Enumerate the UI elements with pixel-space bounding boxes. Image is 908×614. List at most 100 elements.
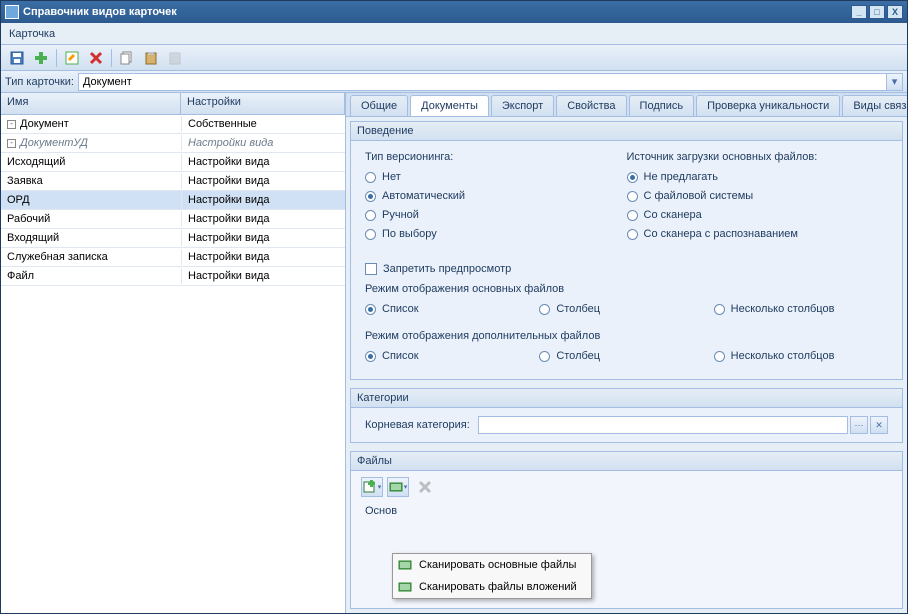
upload-source-option[interactable]: С файловой системы	[627, 190, 889, 202]
radio-icon	[714, 304, 725, 315]
tree-item-label: Входящий	[7, 232, 59, 244]
tree-item-label: ОРД	[7, 194, 30, 206]
root-category-input[interactable]	[478, 416, 848, 434]
categories-section: Категории Корневая категория: ⋯ ✕	[350, 388, 903, 443]
copy-icon[interactable]	[118, 49, 136, 67]
radio-icon	[627, 172, 638, 183]
root-category-label: Корневая категория:	[365, 419, 470, 431]
close-button[interactable]: X	[887, 5, 903, 19]
tree-item-settings: Настройки вида	[181, 154, 345, 170]
versioning-option[interactable]: Ручной	[365, 209, 627, 221]
tree-item-settings: Настройки вида	[181, 230, 345, 246]
disabled-icon	[166, 49, 184, 67]
browse-button[interactable]: ⋯	[850, 416, 868, 434]
tree-row[interactable]: Служебная записка Настройки вида	[1, 248, 345, 267]
file-scan-button[interactable]: ▾	[387, 477, 409, 497]
col-settings[interactable]: Настройки	[181, 93, 345, 114]
tree-item-settings: Настройки вида	[181, 211, 345, 227]
tab-2[interactable]: Экспорт	[491, 95, 554, 116]
versioning-option[interactable]: По выбору	[365, 228, 627, 240]
extra-mode-option[interactable]: Список	[365, 350, 539, 362]
paste-icon[interactable]	[142, 49, 160, 67]
radio-icon	[539, 304, 550, 315]
main-mode-label: Режим отображения основных файлов	[365, 283, 888, 295]
radio-icon	[627, 210, 638, 221]
tree-item-settings: Настройки вида	[181, 135, 345, 151]
tab-3[interactable]: Свойства	[556, 95, 626, 116]
maximize-button[interactable]: □	[869, 5, 885, 19]
add-icon[interactable]	[32, 49, 50, 67]
extra-mode-option[interactable]: Столбец	[539, 350, 713, 362]
menu-bar: Карточка	[1, 23, 907, 45]
title-bar: Справочник видов карточек _ □ X	[1, 1, 907, 23]
scan-main-files-item[interactable]: Сканировать основные файлы	[393, 554, 591, 576]
extra-mode-label: Режим отображения дополнительных файлов	[365, 330, 888, 342]
menu-card[interactable]: Карточка	[9, 28, 55, 40]
tree-item-label: Документ	[20, 118, 69, 130]
tree-row[interactable]: ОРД Настройки вида	[1, 191, 345, 210]
tree-row[interactable]: -ДокументСобственные	[1, 115, 345, 134]
col-name[interactable]: Имя	[1, 93, 181, 114]
scan-attachments-item[interactable]: Сканировать файлы вложений	[393, 576, 591, 598]
files-header: Файлы	[351, 452, 902, 471]
extra-mode-option[interactable]: Несколько столбцов	[714, 350, 888, 362]
save-icon[interactable]	[8, 49, 26, 67]
filter-row: Тип карточки: Документ ▾	[1, 71, 907, 93]
main-mode-option[interactable]: Список	[365, 303, 539, 315]
tab-6[interactable]: Виды связанных з	[842, 95, 907, 116]
upload-source-option[interactable]: Со сканера	[627, 209, 889, 221]
scanner-icon	[397, 557, 413, 573]
radio-icon	[365, 304, 376, 315]
main-mode-option[interactable]: Столбец	[539, 303, 713, 315]
upload-source-option[interactable]: Со сканера с распознаванием	[627, 228, 889, 240]
tree-row[interactable]: Входящий Настройки вида	[1, 229, 345, 248]
scanner-icon	[397, 579, 413, 595]
tab-0[interactable]: Общие	[350, 95, 408, 116]
window-title: Справочник видов карточек	[23, 6, 177, 18]
versioning-option[interactable]: Автоматический	[365, 190, 627, 202]
scan-menu-popup: Сканировать основные файлы Сканировать ф…	[392, 553, 592, 599]
behavior-section: Поведение Тип версионинга: Нет Автоматиче…	[350, 121, 903, 380]
categories-header: Категории	[351, 389, 902, 408]
tree-row[interactable]: ИсходящийНастройки вида	[1, 153, 345, 172]
main-mode-option[interactable]: Несколько столбцов	[714, 303, 888, 315]
tree-row[interactable]: Рабочий Настройки вида	[1, 210, 345, 229]
tab-4[interactable]: Подпись	[629, 95, 695, 116]
tree-panel: Имя Настройки -ДокументСобственные-Докум…	[1, 93, 346, 613]
delete-icon[interactable]	[87, 49, 105, 67]
tree-item-label: Рабочий	[7, 213, 50, 225]
radio-icon	[627, 229, 638, 240]
edit-icon[interactable]	[63, 49, 81, 67]
behavior-header: Поведение	[351, 122, 902, 141]
tree-body: -ДокументСобственные-ДокументУДНастройки…	[1, 115, 345, 613]
file-delete-icon[interactable]	[416, 478, 434, 496]
expander-icon[interactable]: -	[7, 139, 16, 148]
clear-button[interactable]: ✕	[870, 416, 888, 434]
file-add-green-button[interactable]: ▾	[361, 477, 383, 497]
radio-icon	[365, 229, 376, 240]
tab-5[interactable]: Проверка уникальности	[696, 95, 840, 116]
radio-icon	[365, 191, 376, 202]
filter-label: Тип карточки:	[5, 76, 74, 88]
tree-row[interactable]: ФайлНастройки вида	[1, 267, 345, 286]
forbid-preview-checkbox[interactable]: Запретить предпросмотр	[365, 263, 888, 275]
versioning-option[interactable]: Нет	[365, 171, 627, 183]
tab-strip: ОбщиеДокументыЭкспортСвойстваПодписьПров…	[346, 93, 907, 117]
files-main-label: Основ	[365, 505, 397, 517]
tree-item-label: Служебная записка	[7, 251, 108, 263]
expander-icon[interactable]: -	[7, 120, 16, 129]
upload-source-option[interactable]: Не предлагать	[627, 171, 889, 183]
tree-item-settings: Настройки вида	[181, 173, 345, 189]
tree-row[interactable]: ЗаявкаНастройки вида	[1, 172, 345, 191]
tree-item-settings: Настройки вида	[181, 192, 345, 208]
tree-item-settings: Настройки вида	[181, 249, 345, 265]
tab-1[interactable]: Документы	[410, 95, 489, 116]
chevron-down-icon[interactable]: ▾	[887, 73, 903, 91]
type-combobox[interactable]: Документ	[78, 73, 887, 91]
tree-row[interactable]: -ДокументУД Настройки вида	[1, 134, 345, 153]
versioning-label: Тип версионинга:	[365, 151, 627, 163]
tree-header: Имя Настройки	[1, 93, 345, 115]
minimize-button[interactable]: _	[851, 5, 867, 19]
main-window: Справочник видов карточек _ □ X Карточка…	[0, 0, 908, 614]
tree-item-label: ДокументУД	[20, 137, 88, 149]
